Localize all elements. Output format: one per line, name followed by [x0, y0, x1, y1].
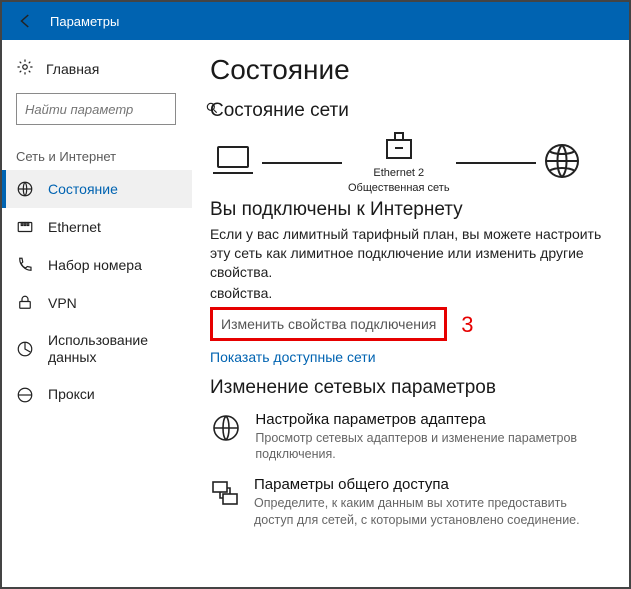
phone-icon — [16, 256, 34, 274]
sharing-settings-icon — [210, 476, 240, 528]
change-connection-properties-label: Изменить свойства подключения — [221, 316, 436, 332]
page-title: Состояние — [210, 54, 609, 86]
sidebar-item-vpn[interactable]: VPN — [2, 284, 192, 322]
status-description-tail: свойства. — [210, 284, 609, 303]
sidebar-item-datausage[interactable]: Использование данных — [2, 322, 192, 376]
content-panel: Состояние Состояние сети Ethernet 2 Общ — [192, 40, 629, 587]
option-title: Настройка параметров адаптера — [255, 411, 609, 428]
window-titlebar: Параметры — [2, 2, 629, 40]
laptop-icon — [210, 143, 256, 182]
sidebar-item-status[interactable]: Состояние — [2, 170, 192, 208]
sidebar-item-label: Прокси — [48, 386, 95, 403]
search-input-wrap[interactable] — [16, 93, 176, 125]
connection-line — [262, 162, 342, 164]
network-profile-name: Общественная сеть — [348, 182, 450, 195]
option-description: Просмотр сетевых адаптеров и изменение п… — [255, 430, 609, 463]
sidebar-home-label: Главная — [46, 61, 99, 77]
sidebar-item-label: VPN — [48, 295, 77, 312]
sidebar-item-ethernet[interactable]: Ethernet — [2, 208, 192, 246]
sidebar-item-label: Состояние — [48, 181, 118, 198]
sidebar-home[interactable]: Главная — [2, 50, 192, 87]
network-diagram: Ethernet 2 Общественная сеть — [210, 130, 609, 195]
option-adapter-settings[interactable]: Настройка параметров адаптера Просмотр с… — [210, 411, 609, 463]
gear-icon — [16, 58, 34, 79]
option-sharing-settings[interactable]: Параметры общего доступа Определите, к к… — [210, 476, 609, 528]
show-available-networks-link[interactable]: Показать доступные сети — [210, 349, 376, 365]
sidebar-section-label: Сеть и Интернет — [2, 139, 192, 170]
change-network-settings-heading: Изменение сетевых параметров — [210, 377, 609, 399]
change-connection-properties-link[interactable]: Изменить свойства подключения — [210, 307, 447, 341]
vpn-icon — [16, 294, 34, 312]
status-description: Если у вас лимитный тарифный план, вы мо… — [210, 225, 609, 282]
router-icon — [384, 130, 414, 165]
data-usage-icon — [16, 340, 34, 358]
sidebar-item-label: Ethernet — [48, 219, 101, 236]
search-input[interactable] — [23, 101, 205, 118]
window-title: Параметры — [50, 14, 119, 29]
sidebar-item-label: Набор номера — [48, 257, 142, 274]
sidebar-item-proxy[interactable]: Прокси — [2, 376, 192, 414]
option-title: Параметры общего доступа — [254, 476, 609, 493]
sidebar-item-label: Использование данных — [48, 332, 178, 366]
option-description: Определите, к каким данным вы хотите пре… — [254, 495, 609, 528]
back-button[interactable] — [12, 7, 40, 35]
ethernet-icon — [16, 218, 34, 236]
sidebar-item-dialup[interactable]: Набор номера — [2, 246, 192, 284]
network-status-heading: Состояние сети — [210, 100, 609, 122]
connected-heading: Вы подключены к Интернету — [210, 199, 609, 221]
connection-line — [456, 162, 536, 164]
status-icon — [16, 180, 34, 198]
proxy-icon — [16, 386, 34, 404]
callout-number: 3 — [461, 312, 473, 337]
sidebar: Главная Сеть и Интернет Состояние — [2, 40, 192, 587]
network-adapter-name: Ethernet 2 — [373, 167, 424, 180]
adapter-settings-icon — [210, 411, 241, 463]
globe-icon — [542, 141, 582, 184]
